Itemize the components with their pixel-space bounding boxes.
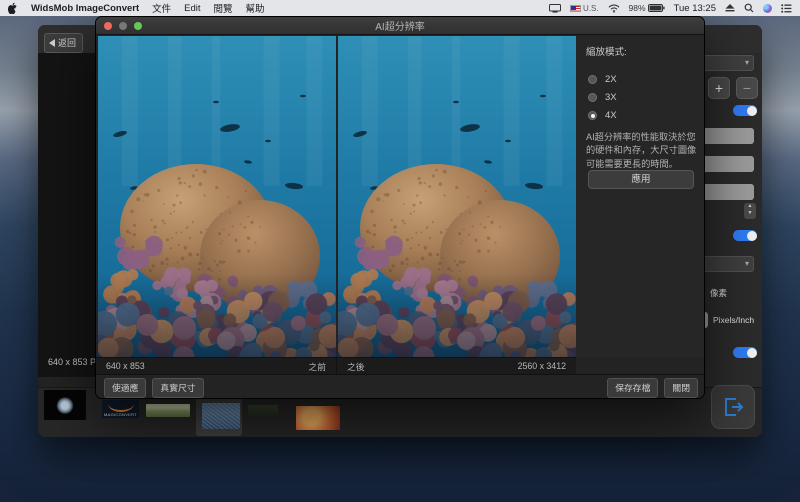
- back-arrow-icon: [49, 38, 55, 47]
- add-button[interactable]: +: [708, 77, 730, 99]
- value-stepper[interactable]: ▲ ▼: [744, 203, 756, 219]
- flag-icon: [569, 4, 581, 12]
- dialog-status-bar: 640 x 853 之前 之後 2560 x 3412: [96, 357, 576, 374]
- menu-app-name[interactable]: WidsMob ImageConvert: [31, 3, 139, 14]
- chevron-down-icon: ▾: [744, 259, 749, 268]
- performance-note: AI超分辨率的性能取決於您的硬件和內存，大尺寸圖像可能需要更長的時間。: [586, 132, 697, 169]
- before-size: 640 x 853: [106, 361, 145, 371]
- radio-icon: [588, 93, 597, 102]
- battery-status[interactable]: 98%: [629, 3, 665, 13]
- radio-icon: [588, 75, 597, 84]
- apply-button[interactable]: 應用: [588, 170, 694, 189]
- wifi-icon[interactable]: [608, 4, 620, 13]
- search-icon[interactable]: [744, 3, 754, 13]
- dialog-titlebar[interactable]: AI超分辨率: [96, 17, 704, 35]
- remove-button[interactable]: −: [736, 77, 758, 99]
- battery-percent: 98%: [628, 3, 646, 13]
- control-list-icon[interactable]: [781, 3, 792, 13]
- before-label: 之前: [308, 361, 326, 372]
- logo-arc-icon: [107, 404, 134, 412]
- radio-4x[interactable]: 4X: [588, 110, 617, 121]
- radio-icon: [588, 111, 597, 120]
- zoom-mode-label: 縮放模式:: [586, 47, 627, 58]
- menu-file[interactable]: 文件: [152, 1, 171, 15]
- radio-2x[interactable]: 2X: [588, 74, 617, 85]
- toggle-switch-1[interactable]: [733, 105, 757, 116]
- dialog-settings-panel: 縮放模式: 2X 3X 4X AI超分辨率的性能取決於您的硬件和內存，大尺寸圖像…: [576, 36, 704, 357]
- ppi-label: Pixels/Inch: [713, 315, 755, 325]
- battery-icon: [647, 4, 665, 12]
- export-icon: [725, 398, 744, 416]
- thumbnail-logo[interactable]: MAGICONVERT: [102, 400, 139, 418]
- siri-icon[interactable]: [763, 3, 772, 13]
- input-source-flag[interactable]: U.S.: [569, 3, 599, 13]
- dialog-bottom-bar: 使適應 真實尺寸 保存存檔 關閉: [96, 374, 704, 398]
- pixels-label: 像素: [710, 288, 728, 298]
- desktop: WidsMob ImageConvert 文件 Edit 閲覽 幫助 U.S. …: [0, 0, 800, 502]
- close-button[interactable]: 關閉: [664, 377, 698, 398]
- export-button[interactable]: [711, 385, 755, 429]
- dialog-title: AI超分辨率: [375, 22, 425, 33]
- after-size: 2560 x 3412: [517, 361, 566, 371]
- radio-3x-label: 3X: [605, 92, 617, 103]
- actual-size-button[interactable]: 真實尺寸: [152, 377, 204, 398]
- input-source-label: U.S.: [582, 3, 599, 13]
- menu-bar: WidsMob ImageConvert 文件 Edit 閲覽 幫助 U.S. …: [0, 0, 800, 16]
- minimize-window-button[interactable]: [119, 22, 127, 30]
- menu-clock[interactable]: Tue 13:25: [674, 3, 716, 14]
- radio-3x[interactable]: 3X: [588, 92, 617, 103]
- menu-view[interactable]: 閲覽: [214, 1, 233, 15]
- thumbnail-fish[interactable]: [296, 406, 340, 430]
- after-label: 之後: [347, 361, 365, 372]
- chevron-down-icon: ▾: [744, 58, 749, 67]
- logo-brand-text: MAGICONVERT: [103, 412, 137, 417]
- ai-super-resolution-dialog: AI超分辨率 縮放模式: 2X 3X 4X AI超分辨率的性能取決於您的硬件和內…: [95, 16, 705, 399]
- back-label: 返回: [58, 38, 77, 48]
- close-window-button[interactable]: [104, 22, 112, 30]
- toggle-switch-2[interactable]: [733, 230, 757, 241]
- apple-icon[interactable]: [8, 2, 18, 14]
- before-image: [98, 36, 336, 357]
- menu-edit[interactable]: Edit: [184, 3, 200, 14]
- eject-icon[interactable]: [725, 4, 735, 12]
- fit-button[interactable]: 使適應: [104, 377, 147, 398]
- thumbnail-dark[interactable]: [248, 405, 278, 418]
- after-image: [338, 36, 576, 357]
- coral-photo-after: [338, 36, 576, 357]
- thumbnail-landscape[interactable]: [146, 404, 190, 417]
- menu-help[interactable]: 幫助: [246, 1, 265, 15]
- display-icon[interactable]: [548, 3, 561, 13]
- save-file-button[interactable]: 保存存檔: [607, 377, 659, 398]
- zoom-window-button[interactable]: [134, 22, 142, 30]
- radio-2x-label: 2X: [605, 74, 617, 85]
- coral-photo-before: [98, 36, 336, 357]
- thumbnail-earth[interactable]: [44, 390, 86, 420]
- toggle-switch-3[interactable]: [733, 347, 757, 358]
- thumbnail-blue[interactable]: [202, 403, 240, 429]
- back-button[interactable]: 返回: [44, 33, 84, 53]
- radio-4x-label: 4X: [605, 110, 617, 121]
